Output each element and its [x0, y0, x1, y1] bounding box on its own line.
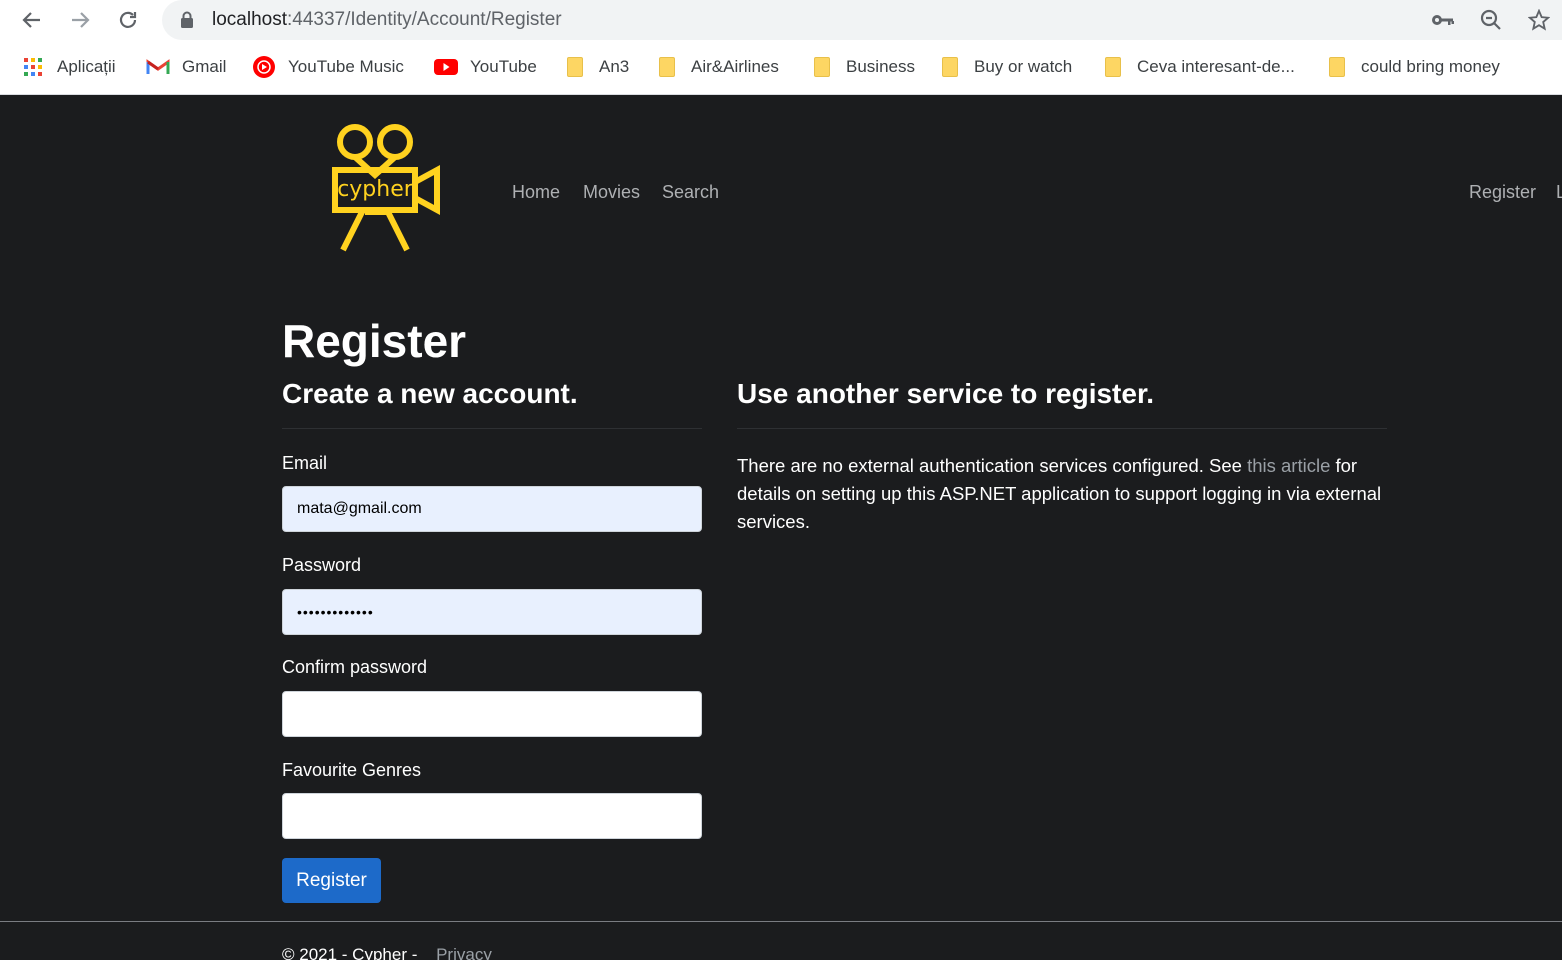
nav-login-partial[interactable]: L — [1556, 182, 1562, 203]
bookmark-label: Ceva interesant-de... — [1137, 57, 1295, 76]
folder-icon — [810, 55, 834, 79]
footer-privacy-link[interactable]: Privacy — [436, 945, 492, 960]
register-button[interactable]: Register — [282, 858, 381, 903]
bookmark-label: Business — [846, 57, 915, 76]
youtube-icon — [434, 55, 458, 79]
nav-register[interactable]: Register — [1469, 182, 1536, 203]
nav-home[interactable]: Home — [512, 182, 560, 203]
bookmark-label: Aplicații — [57, 57, 116, 76]
bookmark-label: YouTube — [470, 57, 537, 76]
folder-icon — [1101, 55, 1125, 79]
address-bar[interactable]: localhost:44337/Identity/Account/Registe… — [162, 0, 1562, 40]
logo-text: cypher — [337, 177, 414, 202]
favourite-genres-label: Favourite Genres — [282, 760, 422, 780]
bookmark-business[interactable]: Business — [810, 54, 915, 80]
gmail-icon — [146, 55, 170, 79]
apps-grid-icon — [21, 55, 45, 79]
bookmark-label: YouTube Music — [288, 57, 404, 76]
bookmark-label: could bring money — [1361, 57, 1500, 76]
folder-icon — [1325, 55, 1349, 79]
folder-icon — [938, 55, 962, 79]
bookmark-gmail[interactable]: Gmail — [146, 54, 226, 80]
password-label: Password — [282, 555, 362, 575]
site-navbar — [0, 95, 1562, 295]
forward-arrow-icon[interactable] — [64, 4, 96, 36]
bookmarks-bar: Aplicații Gmail YouTube Music YouTube An… — [0, 40, 1562, 95]
reload-icon[interactable] — [112, 4, 144, 36]
right-divider — [737, 428, 1387, 429]
left-divider — [282, 428, 702, 429]
cypher-logo[interactable]: cypher — [325, 120, 447, 261]
external-auth-text: There are no external authentication ser… — [737, 452, 1397, 536]
nav-movies[interactable]: Movies — [583, 182, 640, 203]
key-icon[interactable] — [1430, 7, 1456, 33]
bookmark-buy-or-watch[interactable]: Buy or watch — [938, 54, 1072, 80]
back-arrow-icon[interactable] — [16, 4, 48, 36]
bookmark-ceva-interesant[interactable]: Ceva interesant-de... — [1101, 54, 1295, 80]
star-icon[interactable] — [1526, 7, 1552, 33]
bookmark-apps[interactable]: Aplicații — [21, 54, 116, 80]
this-article-link[interactable]: this article — [1247, 455, 1330, 476]
youtube-music-icon — [252, 55, 276, 79]
external-text-start: There are no external authentication ser… — [737, 455, 1248, 476]
external-service-heading: Use another service to register. — [737, 378, 1155, 409]
confirm-password-field[interactable] — [282, 691, 702, 737]
browser-toolbar: localhost:44337/Identity/Account/Registe… — [0, 0, 1562, 40]
email-label: Email — [282, 453, 328, 473]
confirm-password-label: Confirm password — [282, 657, 428, 677]
bookmark-youtube[interactable]: YouTube — [434, 54, 537, 80]
password-field[interactable]: ••••••••••••• — [282, 589, 702, 635]
bookmark-label: Gmail — [182, 57, 227, 76]
bookmark-could-bring-money[interactable]: could bring money — [1325, 54, 1500, 80]
url-text[interactable]: localhost:44337/Identity/Account/Registe… — [212, 9, 562, 31]
footer: © 2021 - Cypher - Privacy — [282, 945, 492, 960]
email-value: mata@gmail.com — [297, 500, 422, 517]
footer-copyright: © 2021 - Cypher - — [282, 945, 423, 960]
folder-icon — [655, 55, 679, 79]
create-account-heading: Create a new account. — [282, 378, 578, 409]
password-value: ••••••••••••• — [297, 604, 374, 620]
favourite-genres-field[interactable] — [282, 793, 702, 839]
bookmark-air-airlines[interactable]: Air&Airlines — [655, 54, 779, 80]
folder-icon — [563, 55, 587, 79]
bookmark-an3[interactable]: An3 — [563, 54, 629, 80]
nav-search[interactable]: Search — [662, 182, 719, 203]
zoom-icon[interactable] — [1478, 7, 1504, 33]
email-field[interactable]: mata@gmail.com — [282, 486, 702, 532]
bookmark-youtube-music[interactable]: YouTube Music — [252, 54, 404, 80]
bookmark-label: Buy or watch — [974, 57, 1073, 76]
bookmark-label: Air&Airlines — [691, 57, 779, 76]
footer-divider — [0, 921, 1562, 922]
bookmark-label: An3 — [599, 57, 630, 76]
lock-icon[interactable] — [180, 11, 194, 34]
page-title: Register — [282, 315, 467, 367]
